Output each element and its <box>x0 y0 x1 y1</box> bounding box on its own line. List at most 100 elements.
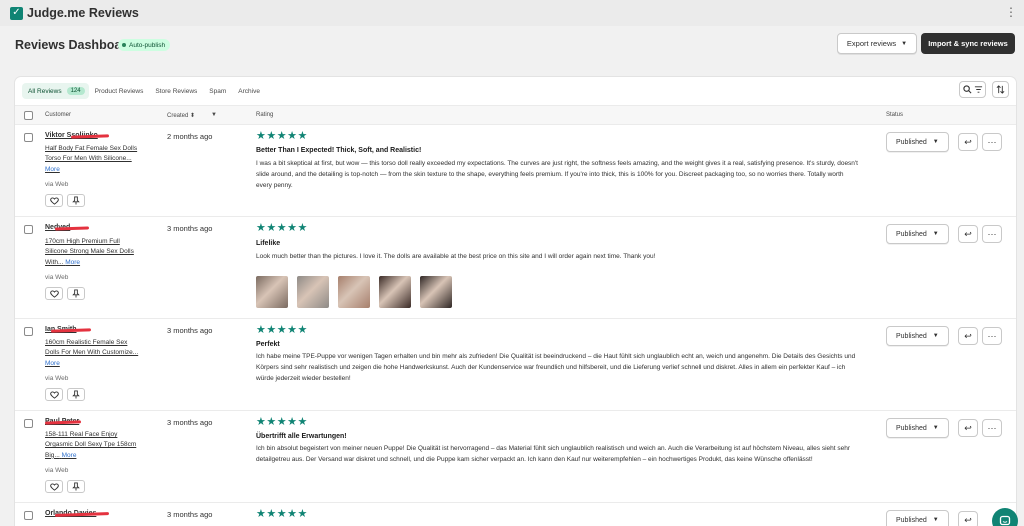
more-actions-button[interactable]: ··· <box>982 225 1002 243</box>
search-filter-button[interactable] <box>959 81 986 98</box>
created-dropdown-icon[interactable]: ▼ <box>211 112 217 118</box>
row-checkbox[interactable] <box>24 511 33 520</box>
tab-count-badge: 124 <box>66 87 85 95</box>
reply-icon: ↩ <box>964 422 972 433</box>
page-title: Reviews Dashboard <box>15 38 134 52</box>
more-icon: ··· <box>987 137 997 147</box>
heart-icon <box>49 390 59 399</box>
row-checkbox[interactable] <box>24 225 33 234</box>
review-title: Lifelike <box>256 240 281 247</box>
tab-spam[interactable]: Spam <box>203 83 232 99</box>
review-tabs: All Reviews 124 Product Reviews Store Rev… <box>22 83 266 99</box>
table-row[interactable]: Nedved 170cm High Premium Full Silicone … <box>15 217 1016 319</box>
product-name: Half Body Fat Female Sex Dolls Torso For… <box>45 145 138 163</box>
tab-product-reviews[interactable]: Product Reviews <box>89 83 150 99</box>
more-link[interactable]: More <box>65 259 80 266</box>
reply-icon: ↩ <box>964 330 972 341</box>
status-dot-icon <box>122 43 126 47</box>
favorite-button[interactable] <box>45 287 63 300</box>
reply-button[interactable]: ↩ <box>958 327 978 345</box>
table-row[interactable]: Viktor Ssoliinko Half Body Fat Female Se… <box>15 125 1016 217</box>
favorite-button[interactable] <box>45 388 63 401</box>
chevron-down-icon: ▼ <box>932 425 939 431</box>
status-dropdown[interactable]: Published ▼ <box>886 418 949 438</box>
status-label: Published <box>896 516 927 524</box>
app-bar: ✓ Judge.me Reviews ⋮ <box>0 0 1024 26</box>
more-actions-button[interactable]: ··· <box>982 133 1002 151</box>
created-date: 3 months ago <box>167 326 213 335</box>
search-icon <box>962 85 971 94</box>
filter-icon <box>974 86 982 93</box>
table-row[interactable]: Orlando Davies 3 months ago ★★★★★ Publis… <box>15 503 1016 526</box>
reply-button[interactable]: ↩ <box>958 225 978 243</box>
row-checkbox[interactable] <box>24 419 33 428</box>
status-dropdown[interactable]: Published ▼ <box>886 132 949 152</box>
product-link[interactable]: Half Body Fat Female Sex Dolls Torso For… <box>45 144 143 175</box>
export-label: Export reviews <box>846 39 897 48</box>
heart-icon <box>49 289 59 298</box>
more-link[interactable]: More <box>45 166 60 173</box>
status-label: Published <box>896 138 927 146</box>
row-checkbox[interactable] <box>24 327 33 336</box>
review-photo[interactable] <box>338 276 370 308</box>
export-reviews-button[interactable]: Export reviews ▼ <box>837 33 917 54</box>
column-created[interactable]: Created ⬍ <box>167 112 195 119</box>
tab-all-reviews[interactable]: All Reviews 124 <box>22 83 89 99</box>
pin-button[interactable] <box>67 194 85 207</box>
auto-publish-badge: Auto-publish <box>118 39 171 51</box>
reply-button[interactable]: ↩ <box>958 511 978 526</box>
select-all-checkbox[interactable] <box>24 111 33 120</box>
more-actions-button[interactable]: ··· <box>982 327 1002 345</box>
reply-button[interactable]: ↩ <box>958 419 978 437</box>
pin-button[interactable] <box>67 388 85 401</box>
more-actions-button[interactable]: ··· <box>982 419 1002 437</box>
product-link[interactable]: 170cm High Premium Full Silicone Strong … <box>45 237 143 268</box>
pin-button[interactable] <box>67 287 85 300</box>
star-rating: ★★★★★ <box>256 324 308 336</box>
reviews-card: All Reviews 124 Product Reviews Store Rev… <box>15 77 1016 526</box>
status-dropdown[interactable]: Published ▼ <box>886 224 949 244</box>
chevron-down-icon: ▼ <box>901 40 908 47</box>
favorite-button[interactable] <box>45 194 63 207</box>
review-photo[interactable] <box>379 276 411 308</box>
reply-icon: ↩ <box>964 514 972 525</box>
heart-icon <box>49 196 59 205</box>
review-body: Ich bin absolut begeistert von meiner ne… <box>256 445 851 463</box>
pin-icon <box>72 289 80 298</box>
table-row[interactable]: Ian Smith 160cm Realistic Female Sex Dol… <box>15 319 1016 411</box>
product-link[interactable]: 160cm Realistic Female Sex Dolls For Men… <box>45 338 143 369</box>
created-date: 3 months ago <box>167 510 213 519</box>
favorite-button[interactable] <box>45 480 63 493</box>
import-sync-button[interactable]: Import & sync reviews <box>921 33 1015 54</box>
row-checkbox[interactable] <box>24 133 33 142</box>
pin-icon <box>72 482 80 491</box>
status-dropdown[interactable]: Published ▼ <box>886 510 949 526</box>
product-name: 158-111 Real Face Enjoy Orgasmic Doll Se… <box>45 431 137 459</box>
reply-icon: ↩ <box>964 228 972 239</box>
table-header: Customer Created ⬍ ▼ Rating Status <box>15 105 1016 125</box>
reply-icon: ↩ <box>964 136 972 147</box>
star-rating: ★★★★★ <box>256 222 308 234</box>
product-link[interactable]: 158-111 Real Face Enjoy Orgasmic Doll Se… <box>45 430 143 461</box>
heart-icon <box>49 482 59 491</box>
badge-label: Auto-publish <box>129 41 166 49</box>
review-photo[interactable] <box>420 276 452 308</box>
tab-archive[interactable]: Archive <box>232 83 266 99</box>
review-photo[interactable] <box>256 276 288 308</box>
status-dropdown[interactable]: Published ▼ <box>886 326 949 346</box>
chat-icon <box>999 515 1011 526</box>
more-icon: ··· <box>987 229 997 239</box>
more-link[interactable]: More <box>62 452 77 459</box>
product-name: 170cm High Premium Full Silicone Strong … <box>45 238 134 266</box>
created-date: 3 months ago <box>167 418 213 427</box>
redaction-mark <box>70 134 110 139</box>
sort-button[interactable] <box>992 81 1009 98</box>
more-link[interactable]: More <box>45 360 60 367</box>
pin-button[interactable] <box>67 480 85 493</box>
table-row[interactable]: Paul Peter 158-111 Real Face Enjoy Orgas… <box>15 411 1016 503</box>
tab-store-reviews[interactable]: Store Reviews <box>149 83 203 99</box>
reply-button[interactable]: ↩ <box>958 133 978 151</box>
sort-desc-icon: ⬍ <box>190 113 196 119</box>
review-photo[interactable] <box>297 276 329 308</box>
kebab-icon[interactable]: ⋮ <box>1005 5 1017 19</box>
